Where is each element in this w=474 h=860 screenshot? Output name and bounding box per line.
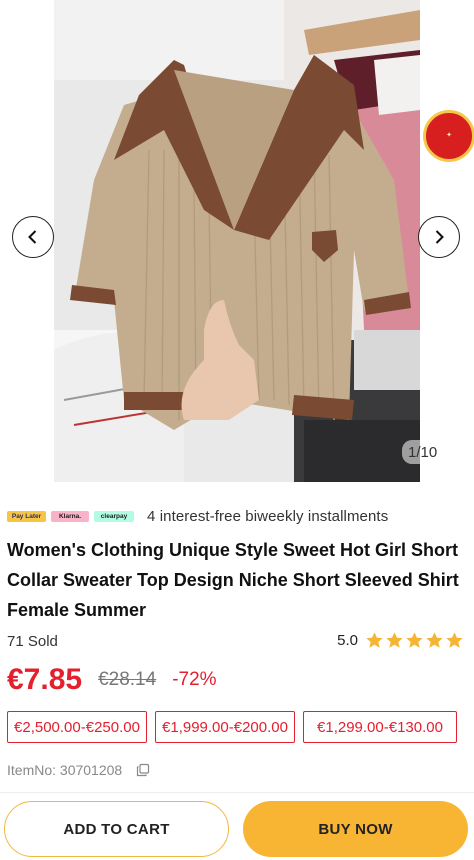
item-number-text: ItemNo: 30701208 — [7, 762, 123, 778]
product-image-gallery[interactable]: ✦ 1/10 — [0, 0, 474, 482]
klarna-logo: Klarna. — [51, 510, 89, 522]
product-title: Women's Clothing Unique Style Sweet Hot … — [7, 540, 459, 620]
promo-badge-icon: ✦ — [446, 132, 452, 139]
chevron-right-icon — [435, 230, 444, 244]
discount-percent: -72% — [172, 669, 217, 690]
star-icon — [366, 632, 383, 648]
coupon-list: €2,500.00-€250.00 €1,999.00-€200.00 €1,2… — [7, 711, 465, 743]
star-icon — [446, 632, 463, 648]
original-price: €28.14 — [98, 669, 157, 690]
current-price: €7.85 — [7, 663, 83, 696]
image-counter: 1/10 — [402, 440, 444, 464]
chevron-left-icon — [28, 230, 37, 244]
item-number: ItemNo: 30701208 — [7, 762, 150, 778]
sweater-image — [54, 0, 420, 482]
clearpay-logo: clearpay — [94, 510, 134, 522]
star-icon — [386, 632, 403, 648]
bottom-action-bar: ADD TO CART BUY NOW — [0, 792, 474, 860]
promo-badge[interactable]: ✦ — [423, 110, 474, 162]
sold-count: 71 Sold — [7, 633, 58, 650]
rating[interactable]: 5.0 — [337, 631, 464, 650]
payment-options[interactable]: Pay Later Klarna. clearpay 4 interest-fr… — [7, 506, 388, 526]
add-to-cart-button[interactable]: ADD TO CART — [4, 801, 229, 857]
paylater-logo: Pay Later — [7, 510, 46, 522]
rating-value: 5.0 — [337, 632, 358, 649]
gallery-next-button[interactable] — [418, 216, 460, 258]
product-photo[interactable] — [54, 0, 420, 482]
coupon-chip[interactable]: €1,299.00-€130.00 — [303, 711, 457, 743]
coupon-chip[interactable]: €1,999.00-€200.00 — [155, 711, 295, 743]
installments-text: 4 interest-free biweekly installments — [147, 507, 389, 525]
gallery-prev-button[interactable] — [12, 216, 54, 258]
price-row: €7.85 €28.14 -72% — [7, 660, 217, 700]
coupon-chip[interactable]: €2,500.00-€250.00 — [7, 711, 147, 743]
copy-icon[interactable] — [136, 763, 150, 777]
star-icon — [406, 632, 423, 648]
star-icon — [426, 632, 443, 648]
buy-now-button[interactable]: BUY NOW — [243, 801, 468, 857]
